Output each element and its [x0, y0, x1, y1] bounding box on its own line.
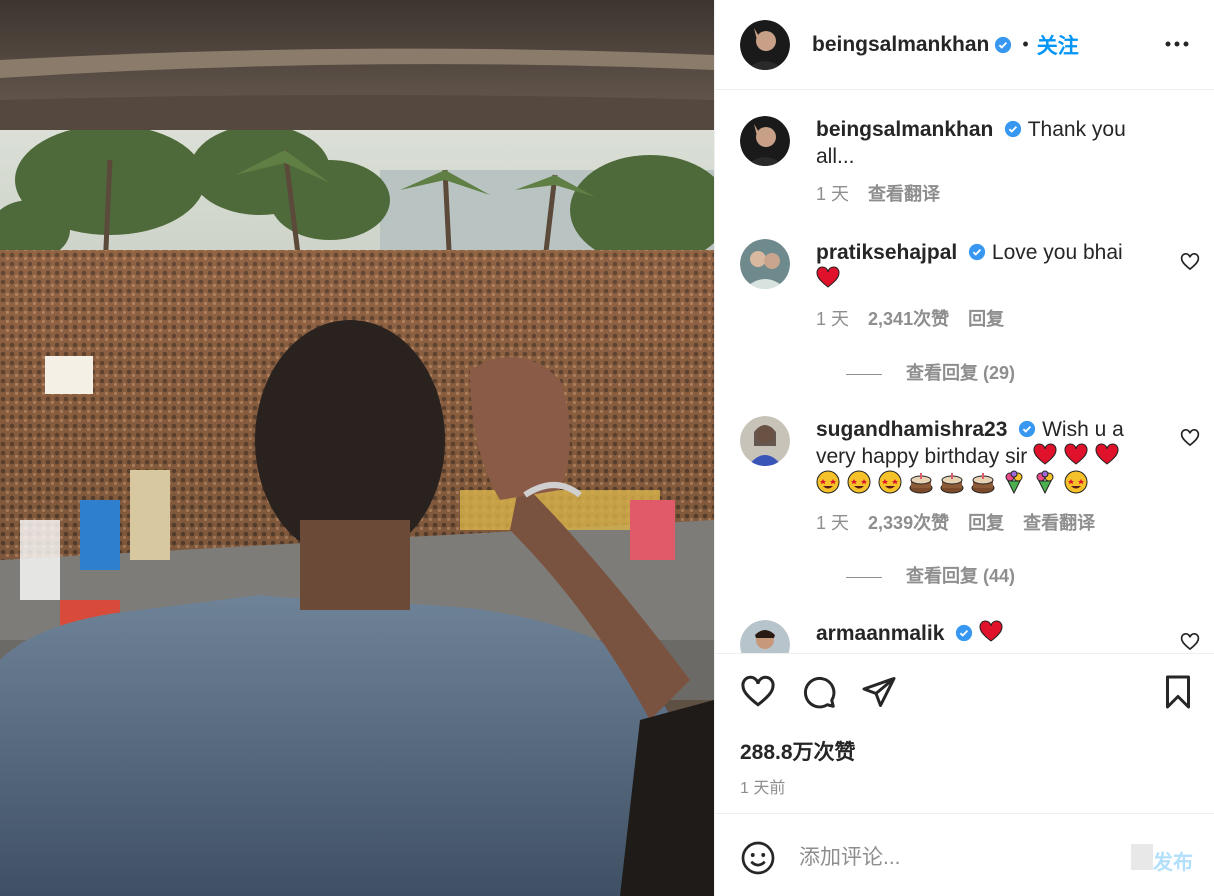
follow-button[interactable]: 关注: [1037, 30, 1079, 60]
red-heart-emoji: [1064, 443, 1088, 465]
verified-icon: [1019, 420, 1036, 438]
verified-icon: [968, 243, 986, 261]
view-replies-button[interactable]: 查看回复 (44): [846, 562, 1015, 588]
star-struck-emoji: [816, 470, 840, 494]
birthday-cake-emoji: [940, 473, 964, 494]
post-comment-label: 发布: [1153, 852, 1193, 874]
comment-username[interactable]: sugandhamishra23: [816, 418, 1007, 441]
share-icon[interactable]: [861, 674, 897, 710]
comment-text: Love you bhai: [991, 241, 1123, 264]
save-bookmark-icon[interactable]: [1160, 674, 1196, 710]
like-comment-icon[interactable]: [1180, 428, 1200, 448]
comment-age: 1 天: [816, 184, 850, 204]
replies-divider: [846, 373, 882, 375]
comment-meta: 1 天 2,339次赞 回复 查看翻译: [816, 509, 1109, 535]
birthday-cake-emoji: [971, 473, 995, 494]
red-heart-emoji: [979, 620, 1003, 642]
commenter-avatar[interactable]: [740, 416, 790, 466]
verified-icon: [1005, 120, 1022, 138]
verified-icon: [956, 624, 973, 642]
star-struck-emoji: [847, 470, 871, 494]
commenter-avatar[interactable]: [740, 620, 790, 653]
comment-username[interactable]: armaanmalik: [816, 622, 944, 645]
red-heart-emoji: [1095, 443, 1119, 465]
like-icon[interactable]: [740, 674, 776, 710]
see-translation-link[interactable]: 查看翻译: [1023, 513, 1095, 533]
comment-body: pratiksehajpal Love you bhai: [816, 239, 1156, 293]
see-translation-link[interactable]: 查看翻译: [868, 184, 940, 204]
comment-meta: 1 天 查看翻译: [816, 180, 954, 206]
emoji-picker-icon[interactable]: [740, 840, 776, 876]
replies-divider: [846, 576, 882, 578]
author-avatar[interactable]: [740, 116, 790, 166]
comment-body: beingsalmankhan Thank you all...: [816, 116, 1156, 170]
post-likes-count[interactable]: 288.8万次赞: [740, 736, 856, 766]
comment-input[interactable]: [799, 842, 1119, 874]
like-comment-icon[interactable]: [1180, 252, 1200, 272]
comment-username[interactable]: beingsalmankhan: [816, 118, 993, 141]
post-header: beingsalmankhan • 关注: [715, 0, 1214, 90]
reply-button[interactable]: 回复: [968, 513, 1004, 533]
comment-age: 1 天: [816, 513, 850, 533]
red-heart-emoji: [1033, 443, 1057, 465]
star-struck-emoji: [1064, 470, 1088, 494]
bouquet-emoji: [1036, 470, 1054, 494]
more-options-icon[interactable]: [1163, 32, 1191, 56]
post-actions: 288.8万次赞 1 天前: [715, 653, 1214, 813]
comment-icon[interactable]: [801, 674, 837, 710]
comment-body: armaanmalik: [816, 620, 1156, 647]
comment-username[interactable]: pratiksehajpal: [816, 241, 957, 264]
verified-icon: [995, 36, 1012, 53]
view-replies-label: 查看回复 (29): [906, 363, 1016, 383]
reply-button[interactable]: 回复: [968, 309, 1004, 329]
view-replies-label: 查看回复 (44): [906, 566, 1016, 586]
add-comment-bar: 发布: [715, 813, 1214, 896]
comment-likes[interactable]: 2,339次赞: [868, 513, 949, 533]
post-photo[interactable]: [0, 0, 714, 896]
bouquet-emoji: [1005, 470, 1023, 494]
post-time: 1 天前: [740, 780, 786, 797]
like-comment-icon[interactable]: [1180, 632, 1200, 652]
view-replies-button[interactable]: 查看回复 (29): [846, 359, 1015, 385]
post-comment-button[interactable]: 发布: [1131, 844, 1193, 875]
comment-likes[interactable]: 2,341次赞: [868, 309, 949, 329]
star-struck-emoji: [878, 470, 902, 494]
comments-list[interactable]: beingsalmankhan Thank you all... 1 天 查看翻…: [715, 91, 1214, 653]
author-username[interactable]: beingsalmankhan: [812, 33, 989, 57]
comment-age: 1 天: [816, 309, 850, 329]
separator-dot: •: [1022, 34, 1029, 54]
commenter-avatar[interactable]: [740, 239, 790, 289]
birthday-cake-emoji: [909, 473, 933, 494]
scroll-arrows-icon: [1131, 844, 1153, 870]
comment-meta: 1 天 2,341次赞 回复: [816, 305, 1018, 331]
comment-body: sugandhamishra23 Wish u a very happy bir…: [816, 416, 1156, 497]
red-heart-emoji: [816, 266, 840, 288]
post-side-panel: beingsalmankhan • 关注 beingsalmankhan Tha…: [714, 0, 1214, 896]
author-avatar[interactable]: [740, 19, 790, 70]
